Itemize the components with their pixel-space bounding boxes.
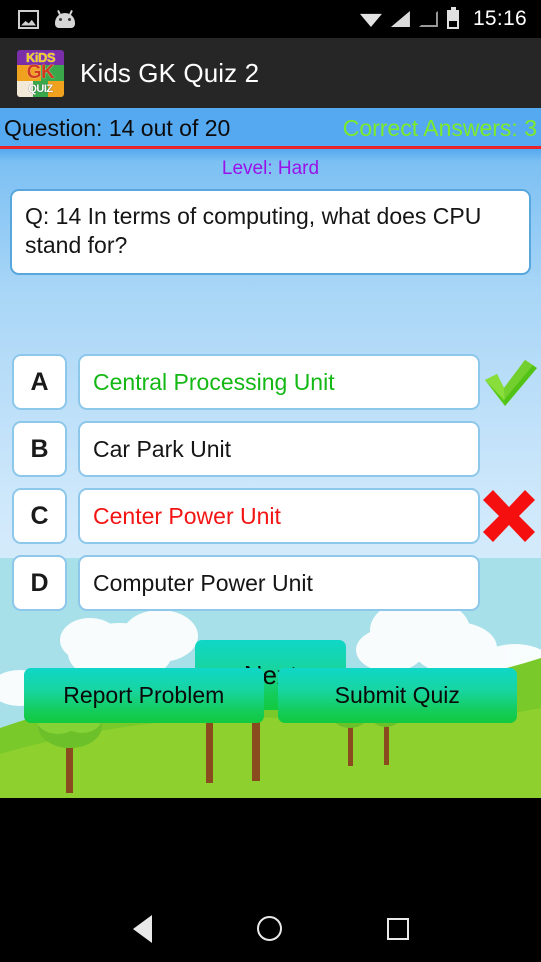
question-box: Q: 14 In terms of computing, what does C… (10, 189, 531, 276)
status-left-icons (18, 9, 75, 29)
image-icon (18, 9, 39, 29)
battery-icon (446, 6, 459, 29)
quiz-level-label: Level: Hard (221, 158, 320, 179)
question-counter: Question: 14 out of 20 (4, 115, 231, 141)
signal-icon (390, 11, 410, 27)
report-problem-button[interactable]: Report Problem (24, 668, 264, 723)
answer-option-a[interactable]: A Central Processing Unit (12, 354, 541, 411)
option-letter-c: C (12, 488, 67, 545)
logo-line-2: GK (26, 62, 55, 83)
app-logo-icon: KiDS GK QUIZ (17, 49, 64, 97)
home-icon[interactable] (256, 916, 282, 941)
bottom-actions: Report Problem Submit Quiz (0, 668, 541, 731)
wifi-icon (359, 13, 382, 27)
option-text-c[interactable]: Center Power Unit (78, 488, 480, 545)
option-letter-d: D (12, 555, 67, 612)
cross-icon (477, 488, 541, 544)
app-title-bar: KiDS GK QUIZ Kids GK Quiz 2 (0, 38, 541, 108)
status-clock: 15:16 (472, 7, 527, 30)
option-letter-b: B (12, 421, 67, 478)
option-letter-a: A (12, 354, 67, 411)
submit-quiz-button[interactable]: Submit Quiz (277, 668, 517, 723)
answer-option-c[interactable]: C Center Power Unit (12, 488, 541, 545)
app-root: 15:16 KiDS GK QUIZ Kids GK Quiz 2 Questi… (0, 0, 541, 962)
logo-line-3: QUIZ (28, 82, 53, 95)
android-status-bar: 15:16 (0, 0, 541, 38)
quiz-info-bar: Question: 14 out of 20 Correct Answers: … (0, 108, 541, 149)
recents-icon[interactable] (386, 917, 409, 940)
signal-empty-icon (418, 11, 438, 27)
answer-options-list: A Central Processing Unit B Car Park Uni… (0, 354, 541, 612)
answer-option-d[interactable]: D Computer Power Unit (12, 555, 541, 612)
question-text: Q: 14 In terms of computing, what does C… (25, 203, 482, 258)
check-icon (477, 354, 541, 410)
page-title: Kids GK Quiz 2 (80, 57, 260, 88)
option-text-a[interactable]: Central Processing Unit (78, 354, 480, 411)
answer-option-b[interactable]: B Car Park Unit (12, 421, 541, 478)
android-nav-bar (0, 895, 541, 962)
quiz-content: Level: Hard Q: 14 In terms of computing,… (0, 149, 541, 798)
option-text-d[interactable]: Computer Power Unit (78, 555, 480, 612)
android-head-icon (55, 9, 75, 28)
back-icon[interactable] (132, 914, 152, 943)
status-right-icons: 15:16 (359, 6, 527, 31)
option-text-b[interactable]: Car Park Unit (78, 421, 480, 478)
correct-answers-counter: Correct Answers: 3 (342, 115, 537, 141)
